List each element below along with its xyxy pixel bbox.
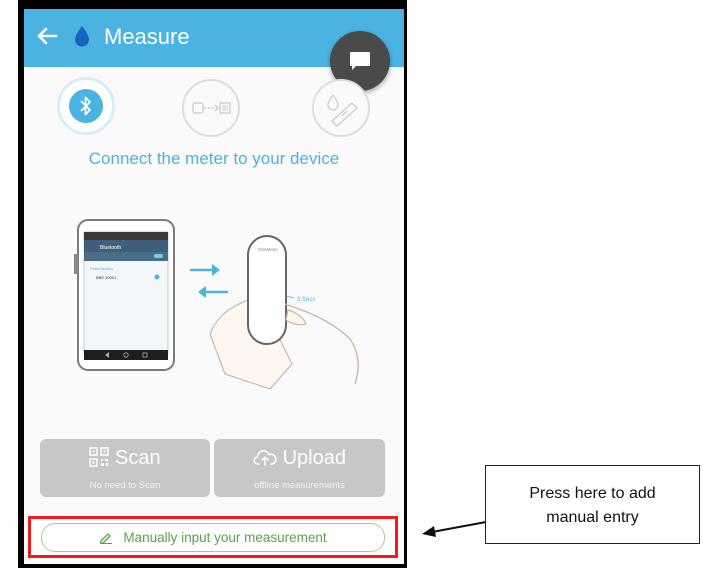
manual-input-button[interactable]: Manually input your measurement [41, 523, 385, 552]
upload-label: Upload [282, 447, 346, 469]
upload-sublabel: offline measurements [254, 480, 345, 491]
annotation-callout: Press here to add manual entry [485, 465, 700, 544]
pencil-icon [100, 533, 113, 545]
app-screen: Measure Connect the meter to your device… [24, 9, 404, 564]
action-buttons: Scan No need to Scan Upload offline meas… [40, 439, 385, 497]
chat-icon [350, 52, 370, 70]
phone-device-name: BBE 30001 [96, 275, 117, 280]
meter-in-hand-illustration: OneMeter 3 Secs [209, 235, 359, 389]
step-bluetooth[interactable] [57, 77, 115, 135]
upload-button[interactable]: Upload offline measurements [214, 439, 385, 497]
sync-arrows [190, 264, 228, 298]
back-arrow-icon[interactable] [34, 23, 60, 49]
callout-line-2: manual entry [546, 509, 639, 526]
cloud-upload-icon [253, 450, 277, 466]
test-strip-icon [327, 93, 359, 127]
phone-illustration: Bluetooth Paired devices BBE 30001 [74, 219, 175, 371]
page-title: Measure [104, 24, 190, 49]
callout-arrow [422, 521, 487, 537]
connection-method-steps [24, 73, 404, 139]
pairing-illustration: Bluetooth Paired devices BBE 30001 OneMe… [74, 219, 359, 389]
meter-label: OneMeter [258, 247, 279, 252]
scan-sublabel: No need to Scan [89, 480, 161, 491]
manual-entry-highlight: Manually input your measurement [28, 516, 398, 558]
svg-text:Paired devices: Paired devices [90, 267, 113, 271]
blood-drop-icon [75, 26, 89, 47]
step-cable[interactable] [182, 79, 240, 137]
connect-instruction: Connect the meter to your device [88, 149, 340, 168]
scan-label: Scan [114, 447, 161, 469]
phone-screen-title: Bluetooth [100, 245, 121, 251]
step-test-strip[interactable] [312, 79, 370, 137]
scan-button[interactable]: Scan No need to Scan [40, 439, 210, 497]
callout-line-1: Press here to add [529, 485, 656, 502]
qr-code-icon [89, 447, 110, 467]
manual-input-label: Manually input your measurement [123, 530, 327, 545]
bluetooth-icon [80, 96, 91, 116]
hold-time-label: 3 Secs [297, 297, 315, 303]
cable-connector-icon [192, 102, 231, 114]
